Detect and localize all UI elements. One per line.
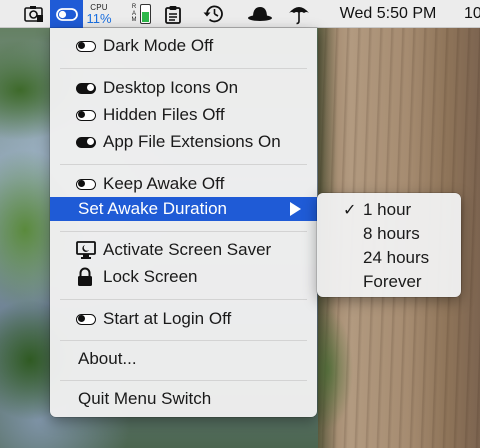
- menu-item-label: Lock Screen: [103, 267, 198, 286]
- moss: [318, 300, 358, 448]
- submenu-item-label: 1 hour: [363, 200, 412, 219]
- menu-item-dark-mode[interactable]: Dark Mode Off: [50, 34, 317, 58]
- menu-separator: [60, 231, 307, 232]
- ram-label: R A M: [131, 4, 137, 24]
- cpu-meter[interactable]: CPU 11%: [85, 0, 113, 28]
- submenu-item-label: 8 hours: [363, 224, 420, 243]
- screen-saver-icon: [76, 238, 96, 262]
- submenu-item-label: Forever: [363, 272, 422, 291]
- overflow-text: 10: [464, 5, 480, 22]
- menubar-clock[interactable]: Wed 5:50 PM: [330, 0, 446, 28]
- menu-item-label: Keep Awake Off: [103, 174, 225, 193]
- lock-icon: [76, 265, 94, 289]
- awake-duration-submenu: ✓ 1 hour 8 hours 24 hours Forever: [317, 193, 461, 297]
- menu-item-lock-screen[interactable]: Lock Screen: [50, 265, 317, 289]
- toggle-off-icon: [76, 34, 96, 58]
- menu-item-set-awake-duration[interactable]: Set Awake Duration: [50, 197, 317, 221]
- menu-separator: [60, 299, 307, 300]
- submenu-item-24-hours[interactable]: 24 hours: [317, 246, 461, 270]
- time-machine-icon[interactable]: [201, 0, 227, 28]
- toggle-off-icon: [76, 307, 96, 331]
- menu-item-label: About...: [78, 349, 137, 368]
- menu-item-about[interactable]: About...: [50, 347, 317, 371]
- menu-item-label: Hidden Files Off: [103, 105, 225, 124]
- toggle-on-icon: [76, 76, 96, 100]
- umbrella-icon[interactable]: [286, 0, 312, 28]
- toggle-off-icon: [76, 103, 96, 127]
- ram-bar: [140, 4, 151, 24]
- clipboard-icon[interactable]: [161, 0, 185, 28]
- menubar-overflow-item[interactable]: 10: [464, 0, 480, 28]
- menu-separator: [60, 340, 307, 341]
- menu-item-label: Set Awake Duration: [78, 199, 227, 218]
- cpu-value: 11%: [86, 10, 112, 26]
- menu-separator: [60, 68, 307, 69]
- ram-label-m: M: [131, 17, 137, 24]
- menu-item-hidden-files[interactable]: Hidden Files Off: [50, 103, 317, 127]
- menu-switch-toggle-icon: [55, 7, 78, 21]
- menu-item-app-file-extensions[interactable]: App File Extensions On: [50, 130, 317, 154]
- submenu-arrow-icon: [290, 202, 301, 216]
- bowler-hat-icon[interactable]: [246, 0, 274, 28]
- menu-switch-dropdown: Dark Mode Off Desktop Icons On Hidden Fi…: [50, 28, 317, 417]
- menu-item-desktop-icons[interactable]: Desktop Icons On: [50, 76, 317, 100]
- menu-separator: [60, 380, 307, 381]
- menu-item-label: Activate Screen Saver: [103, 240, 272, 259]
- submenu-item-1-hour[interactable]: ✓ 1 hour: [317, 198, 461, 222]
- submenu-item-label: 24 hours: [363, 248, 430, 267]
- menu-item-label: Start at Login Off: [103, 309, 232, 328]
- toggle-off-icon: [76, 172, 96, 196]
- menu-item-quit[interactable]: Quit Menu Switch: [50, 387, 317, 411]
- menu-item-label: Desktop Icons On: [103, 78, 239, 97]
- screenshot-icon[interactable]: [22, 0, 46, 28]
- menu-item-keep-awake[interactable]: Keep Awake Off: [50, 172, 317, 196]
- menu-switch-status-item[interactable]: [50, 0, 83, 28]
- menu-item-start-at-login[interactable]: Start at Login Off: [50, 307, 317, 331]
- menu-item-label: App File Extensions On: [103, 132, 281, 151]
- ram-meter[interactable]: R A M: [125, 0, 157, 28]
- checkmark-icon: ✓: [343, 202, 357, 219]
- menu-item-label: Quit Menu Switch: [78, 389, 212, 408]
- toggle-on-icon: [76, 130, 96, 154]
- menu-bar: CPU 11% R A M Wed 5:50 PM 10: [0, 0, 480, 28]
- submenu-item-8-hours[interactable]: 8 hours: [317, 222, 461, 246]
- ram-fill: [142, 12, 149, 22]
- clock-text: Wed 5:50 PM: [339, 5, 437, 22]
- menu-separator: [60, 164, 307, 165]
- menu-item-activate-screen-saver[interactable]: Activate Screen Saver: [50, 238, 317, 262]
- menu-item-label: Dark Mode Off: [103, 36, 214, 55]
- submenu-item-forever[interactable]: Forever: [317, 270, 461, 294]
